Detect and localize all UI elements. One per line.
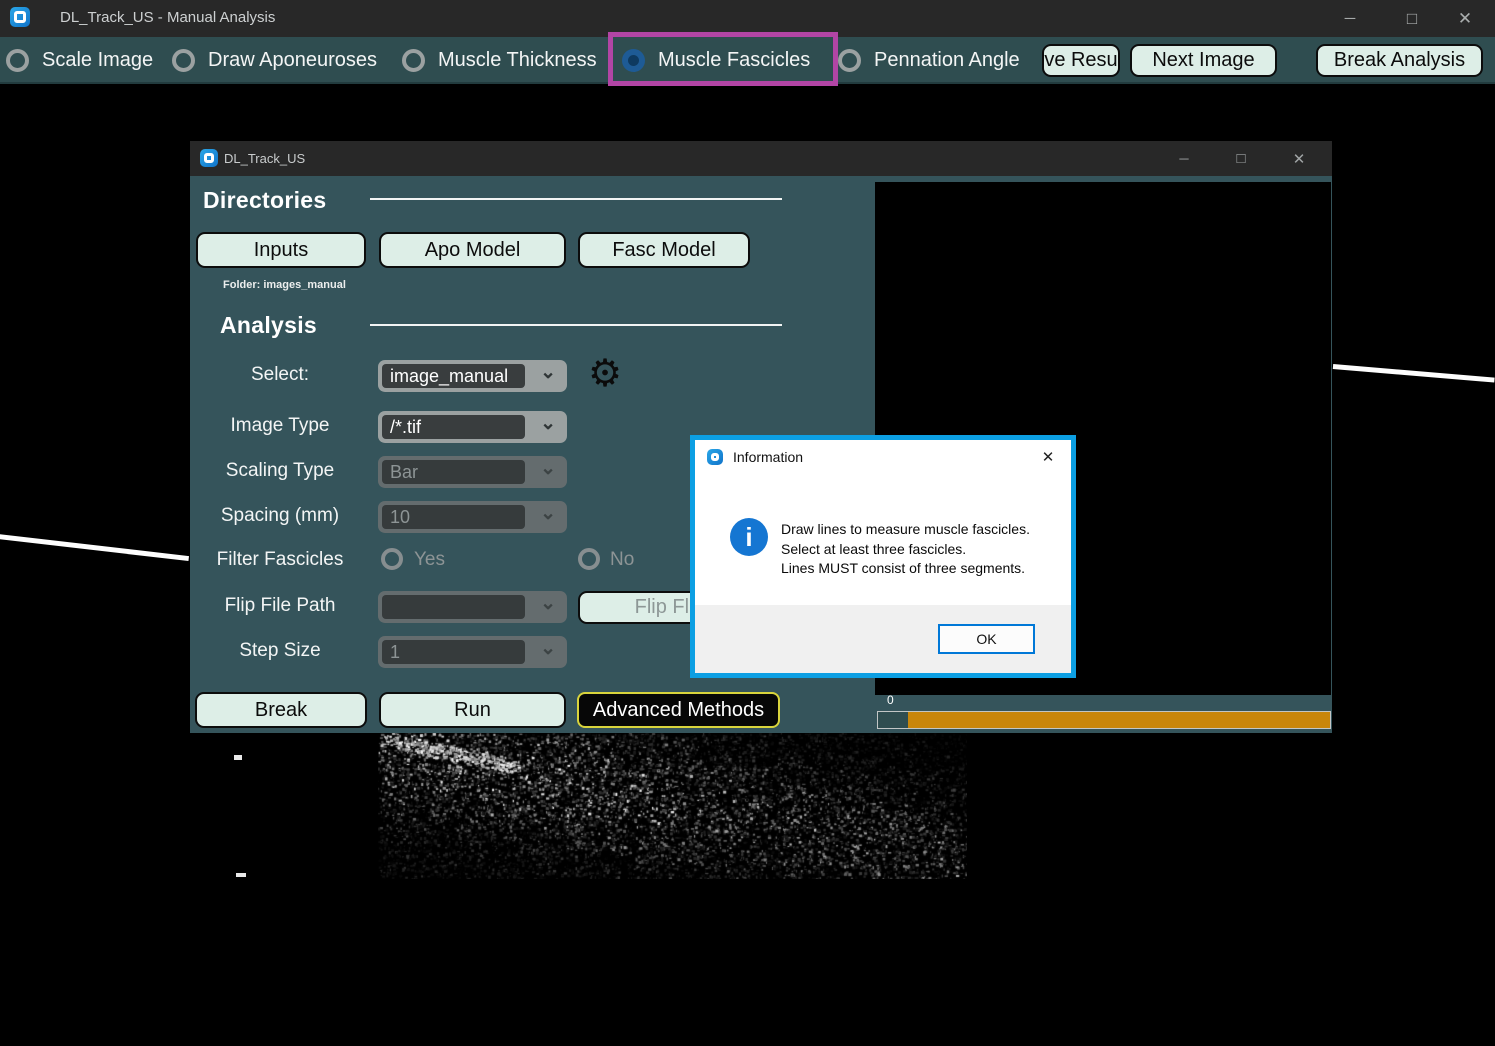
information-dialog: Information ✕ i Draw lines to measure mu… [690, 435, 1076, 678]
inputs-button[interactable]: Inputs [196, 232, 366, 268]
child-titlebar: DL_Track_US ─ □ ✕ [190, 141, 1332, 176]
child-window-title: DL_Track_US [224, 151, 305, 166]
desktop: DL_Track_US - Manual Analysis ─ □ ✕ Scal… [0, 0, 1495, 1046]
chevron-down-icon: ⌄ [540, 361, 556, 384]
progress-value: 0 [887, 693, 894, 707]
break-button[interactable]: Break [195, 692, 367, 728]
progress-bar [877, 711, 1331, 729]
main-titlebar: DL_Track_US - Manual Analysis ─ □ ✕ [0, 0, 1495, 37]
background-line [0, 534, 189, 561]
radio-yes-icon [381, 548, 403, 570]
ultrasound-image [378, 733, 967, 879]
chevron-down-icon: ⌄ [540, 592, 556, 615]
app-logo-icon [200, 149, 218, 167]
chevron-down-icon: ⌄ [540, 412, 556, 435]
mode-muscle-fascicles[interactable]: Muscle Fascicles [622, 37, 810, 84]
no-label: No [610, 549, 634, 571]
mode-muscle-thickness[interactable]: Muscle Thickness [402, 37, 597, 84]
scaling-type-label: Scaling Type [190, 460, 370, 482]
analysis-step-toolbar: Scale Image Draw Aponeuroses Muscle Thic… [0, 37, 1495, 84]
image-type-label: Image Type [190, 415, 370, 437]
dialog-title: Information [733, 449, 803, 465]
step-size-label: Step Size [190, 640, 370, 662]
close-icon[interactable]: ✕ [1442, 0, 1488, 37]
save-results-button[interactable]: ve Resu [1042, 44, 1120, 77]
radio-icon[interactable] [838, 49, 861, 72]
divider [370, 198, 782, 200]
radio-icon[interactable] [6, 49, 29, 72]
select-label: Select: [190, 364, 370, 386]
main-window-title: DL_Track_US - Manual Analysis [60, 9, 275, 26]
progress-fill [908, 712, 1330, 728]
break-analysis-button[interactable]: Break Analysis [1316, 44, 1483, 77]
select-image-dropdown[interactable]: image_manual ⌄ [378, 360, 567, 392]
radio-icon[interactable] [402, 49, 425, 72]
spacing-dropdown: 10 ⌄ [378, 501, 567, 533]
chevron-down-icon: ⌄ [540, 457, 556, 480]
dialog-line: Lines MUST consist of three segments. [781, 559, 1030, 579]
app-logo-icon [707, 449, 723, 465]
chevron-down-icon: ⌄ [540, 637, 556, 660]
divider [370, 324, 782, 326]
step-size-dropdown: 1 ⌄ [378, 636, 567, 668]
dialog-line: Draw lines to measure muscle fascicles. [781, 520, 1030, 540]
minimize-icon[interactable]: ─ [1164, 141, 1204, 176]
mode-scale-image[interactable]: Scale Image [6, 37, 153, 84]
ok-button[interactable]: OK [938, 624, 1035, 654]
minimize-icon[interactable]: ─ [1327, 0, 1373, 37]
dialog-message: Draw lines to measure muscle fascicles. … [781, 520, 1030, 579]
maximize-icon[interactable]: □ [1389, 0, 1435, 37]
mode-pennation-angle[interactable]: Pennation Angle [838, 37, 1020, 84]
dialog-line: Select at least three fascicles. [781, 540, 1030, 560]
background-tick [234, 755, 242, 760]
filter-fascicles-label: Filter Fascicles [190, 549, 370, 571]
flip-file-path-label: Flip File Path [190, 595, 370, 617]
radio-selected-icon[interactable] [622, 49, 645, 72]
background-tick [236, 873, 246, 877]
spacing-label: Spacing (mm) [190, 505, 370, 527]
directories-heading: Directories [203, 187, 326, 214]
gear-icon[interactable]: ⚙ [588, 355, 622, 393]
app-logo-icon [10, 7, 30, 27]
next-image-button[interactable]: Next Image [1130, 44, 1277, 77]
dialog-footer: OK [695, 605, 1071, 673]
mode-draw-aponeuroses[interactable]: Draw Aponeuroses [172, 37, 377, 84]
apo-model-button[interactable]: Apo Model [379, 232, 566, 268]
advanced-methods-button[interactable]: Advanced Methods [577, 692, 780, 728]
maximize-icon[interactable]: □ [1221, 141, 1261, 176]
run-button[interactable]: Run [379, 692, 566, 728]
background-line [1333, 364, 1495, 383]
radio-icon[interactable] [172, 49, 195, 72]
analysis-heading: Analysis [220, 312, 317, 339]
close-icon[interactable]: ✕ [1279, 141, 1319, 176]
radio-no-icon [578, 548, 600, 570]
info-icon: i [730, 518, 768, 556]
yes-label: Yes [414, 549, 445, 571]
close-icon[interactable]: ✕ [1031, 440, 1065, 474]
dialog-titlebar: Information ✕ [695, 440, 1071, 474]
chevron-down-icon: ⌄ [540, 502, 556, 525]
folder-label: Folder: images_manual [223, 279, 346, 291]
scaling-type-dropdown: Bar ⌄ [378, 456, 567, 488]
fasc-model-button[interactable]: Fasc Model [578, 232, 750, 268]
flip-file-path-dropdown: ⌄ [378, 591, 567, 623]
image-type-dropdown[interactable]: /*.tif ⌄ [378, 411, 567, 443]
